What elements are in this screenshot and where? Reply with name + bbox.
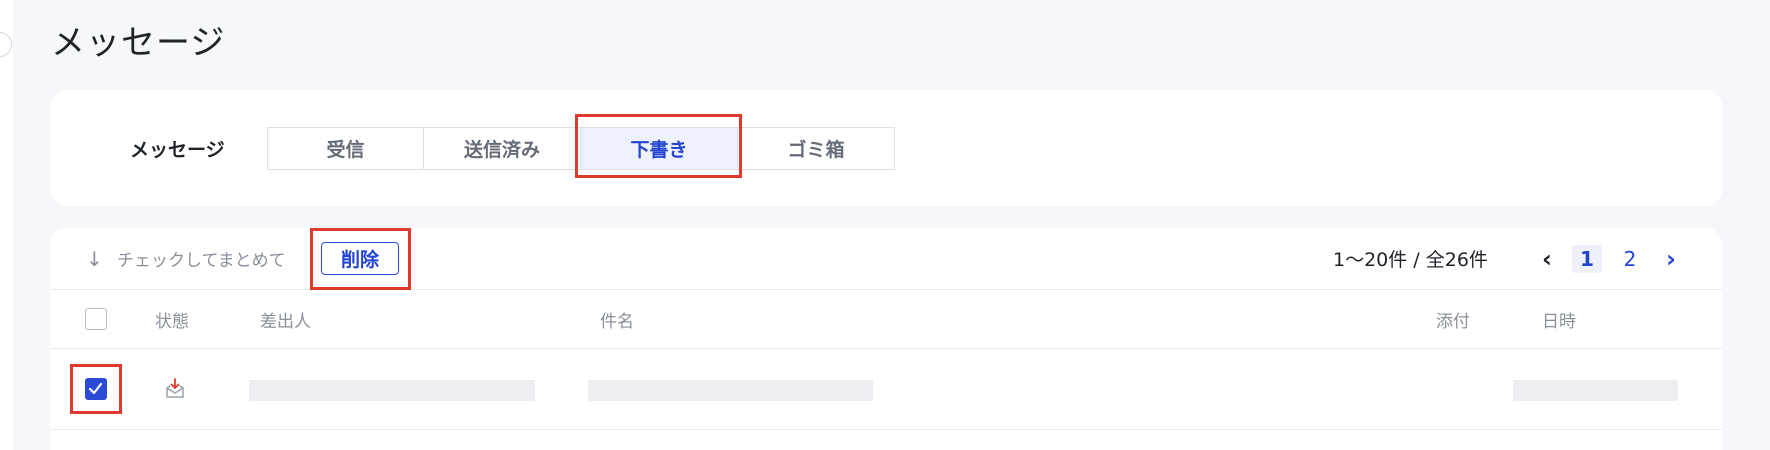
sidebar-edge bbox=[0, 0, 13, 450]
tab-trash[interactable]: ゴミ箱 bbox=[738, 127, 895, 170]
chevron-right-icon[interactable]: › bbox=[1666, 228, 1676, 289]
pagination-range: 1〜20件 / 全26件 bbox=[1333, 249, 1488, 271]
table-row[interactable] bbox=[50, 348, 1722, 430]
highlight-box-drafts-tab bbox=[575, 114, 742, 178]
page-title: メッセージ bbox=[51, 23, 226, 63]
column-header-subject[interactable]: 件名 bbox=[600, 290, 634, 348]
bulk-action-hint: チェックしてまとめて bbox=[117, 251, 286, 271]
redacted-sender bbox=[249, 380, 535, 401]
message-list-card: ↓ チェックしてまとめて 削除 1〜20件 / 全26件 ‹ 1 2 › 状態 … bbox=[50, 228, 1722, 450]
filter-label: メッセージ bbox=[130, 138, 225, 161]
folder-filter-card: メッセージ 受信 送信済み 下書き ゴミ箱 bbox=[50, 90, 1722, 206]
column-header-status[interactable]: 状態 bbox=[155, 290, 189, 348]
table-header: 状態 差出人 件名 添付 日時 bbox=[50, 289, 1722, 348]
bulk-toolbar: ↓ チェックしてまとめて 削除 1〜20件 / 全26件 ‹ 1 2 › bbox=[50, 228, 1722, 289]
column-header-attachment[interactable]: 添付 bbox=[1436, 290, 1470, 348]
redacted-subject bbox=[588, 380, 873, 401]
column-header-sender[interactable]: 差出人 bbox=[260, 290, 311, 348]
highlight-box-delete-button bbox=[310, 228, 411, 290]
chevron-left-icon[interactable]: ‹ bbox=[1542, 228, 1552, 289]
page-button[interactable]: 1 bbox=[1572, 245, 1602, 273]
arrow-down-icon: ↓ bbox=[86, 246, 103, 271]
draft-envelope-download-icon bbox=[163, 377, 187, 401]
redacted-date bbox=[1513, 380, 1678, 401]
page-button[interactable]: 2 bbox=[1615, 245, 1645, 273]
column-header-date[interactable]: 日時 bbox=[1542, 290, 1576, 348]
select-all-checkbox[interactable] bbox=[85, 308, 107, 330]
tab-sent[interactable]: 送信済み bbox=[424, 127, 581, 170]
tab-inbox[interactable]: 受信 bbox=[267, 127, 424, 170]
highlight-box-row-checkbox bbox=[70, 364, 122, 414]
